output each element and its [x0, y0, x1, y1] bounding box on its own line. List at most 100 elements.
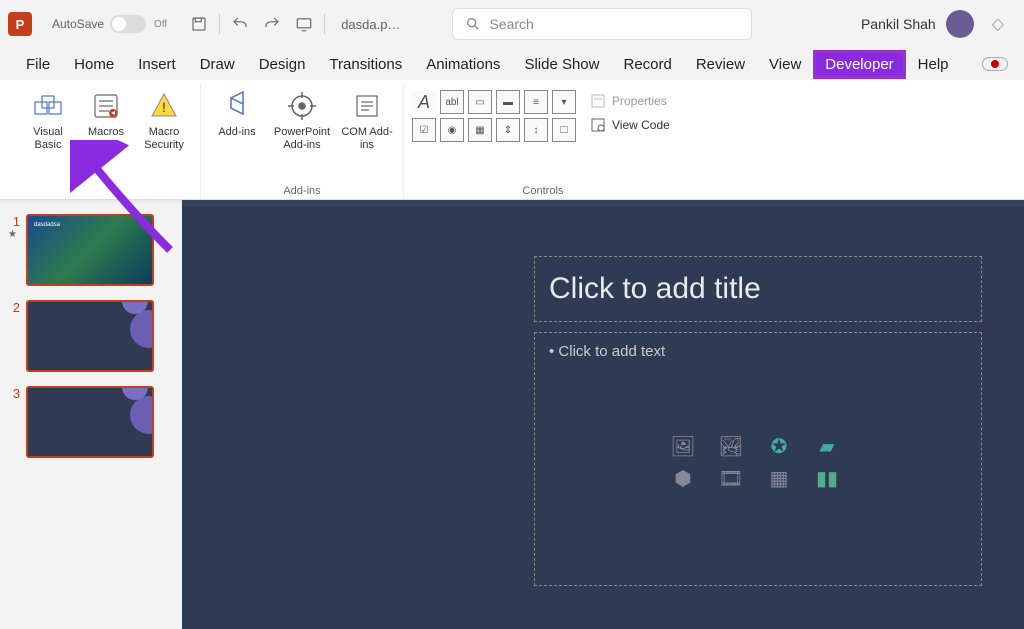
macro-security-icon: ! — [148, 90, 180, 122]
search-input[interactable]: Search — [452, 8, 752, 40]
title-placeholder-text: Click to add title — [549, 272, 761, 306]
slide-thumbnail-1[interactable]: dasdadsa — [26, 214, 154, 286]
control-listbox-icon[interactable]: ≡ — [524, 90, 548, 114]
autosave-label: AutoSave — [52, 17, 104, 31]
insert-smartart-icon[interactable]: ▰ — [812, 434, 842, 458]
tab-home[interactable]: Home — [64, 52, 124, 77]
title-bar: P AutoSave Off dasda.p… Search Pankil Sh… — [0, 0, 1024, 48]
search-placeholder: Search — [489, 16, 533, 32]
macros-icon — [90, 90, 122, 122]
tab-record[interactable]: Record — [613, 52, 681, 77]
thumbnail-row[interactable]: 1 ★ dasdadsa — [8, 214, 174, 286]
title-placeholder[interactable]: Click to add title — [534, 256, 982, 322]
control-textbox-icon[interactable]: abl — [440, 90, 464, 114]
content-placeholder-text: • Click to add text — [549, 343, 967, 360]
tab-file[interactable]: File — [16, 52, 60, 77]
macros-button[interactable]: Macros — [78, 84, 134, 185]
slide-thumbnail-3[interactable] — [26, 386, 154, 458]
tab-animations[interactable]: Animations — [416, 52, 510, 77]
powerpoint-addins-button[interactable]: PowerPoint Add-ins — [267, 84, 337, 185]
control-groupbox-icon[interactable]: ▭ — [468, 90, 492, 114]
control-option-icon[interactable]: ◉ — [440, 118, 464, 142]
group-label-addins: Add-ins — [283, 185, 320, 199]
autosave-state: Off — [154, 19, 167, 30]
control-scrollbar-icon[interactable]: ↕ — [524, 118, 548, 142]
filename-label[interactable]: dasda.p… — [341, 17, 400, 32]
insert-icons-icon[interactable]: ✪ — [764, 434, 794, 458]
control-image-icon[interactable]: 🞎 — [552, 118, 576, 142]
insert-pictures-icon[interactable]: 🏞 — [716, 434, 746, 458]
slide-thumbnail-2[interactable] — [26, 300, 154, 372]
tab-slideshow[interactable]: Slide Show — [514, 52, 609, 77]
thumb-number: 2 — [8, 300, 20, 315]
tab-design[interactable]: Design — [249, 52, 316, 77]
main-area: 1 ★ dasdadsa 2 3 — [0, 200, 1024, 629]
tab-insert[interactable]: Insert — [128, 52, 186, 77]
insert-3dmodel-icon[interactable]: ⬢ — [668, 466, 698, 490]
addins-icon — [221, 90, 253, 122]
undo-icon[interactable] — [228, 12, 252, 36]
control-checkbox-icon[interactable]: ☑ — [412, 118, 436, 142]
autosave-toggle[interactable] — [110, 15, 146, 33]
addins-label: Add-ins — [218, 126, 255, 139]
slide-canvas[interactable]: Click to add title • Click to add text 🖼… — [182, 200, 1024, 629]
view-code-icon — [590, 117, 606, 133]
com-addins-button[interactable]: COM Add-ins — [339, 84, 395, 185]
addins-button[interactable]: Add-ins — [209, 84, 265, 185]
ribbon-tabs: File Home Insert Draw Design Transitions… — [0, 48, 1024, 80]
visual-basic-icon — [32, 90, 64, 122]
macro-security-label: Macro Security — [136, 126, 192, 152]
svg-text:!: ! — [162, 99, 166, 115]
visual-basic-button[interactable]: Visual Basic — [20, 84, 76, 185]
control-spinbutton-icon[interactable]: ⇕ — [496, 118, 520, 142]
camera-record-button[interactable] — [982, 57, 1008, 71]
user-account[interactable]: Pankil Shah ◇ — [861, 10, 1016, 38]
group-label-controls: Controls — [522, 185, 563, 199]
properties-icon — [590, 93, 606, 109]
control-togglebutton-icon[interactable]: ▦ — [468, 118, 492, 142]
control-label-icon[interactable]: A — [412, 90, 436, 114]
properties-button: Properties — [586, 90, 674, 112]
powerpoint-addins-label: PowerPoint Add-ins — [267, 126, 337, 152]
avatar — [946, 10, 974, 38]
tab-view[interactable]: View — [759, 52, 811, 77]
insert-stock-images-icon[interactable]: 🖼 — [668, 434, 698, 458]
view-code-label: View Code — [612, 118, 670, 132]
content-insert-icons: 🖼 🏞 ✪ ▰ ⬢ 🎞 ▦ ▮▮ — [668, 434, 848, 490]
powerpoint-addins-icon — [286, 90, 318, 122]
tab-draw[interactable]: Draw — [190, 52, 245, 77]
control-button-icon[interactable]: ▬ — [496, 90, 520, 114]
insert-chart-icon[interactable]: ▮▮ — [812, 466, 842, 490]
present-icon[interactable] — [292, 12, 316, 36]
macro-security-button[interactable]: ! Macro Security — [136, 84, 192, 185]
save-icon[interactable] — [187, 12, 211, 36]
tab-transitions[interactable]: Transitions — [319, 52, 412, 77]
username-label: Pankil Shah — [861, 16, 936, 32]
diamond-icon[interactable]: ◇ — [992, 14, 1004, 34]
ribbon-group-controls: A abl ▭ ▬ ≡ ▾ ☑ ◉ ▦ ⇕ ↕ 🞎 Properties — [404, 84, 682, 199]
com-addins-label: COM Add-ins — [339, 126, 395, 152]
macros-label: Macros — [88, 126, 124, 139]
redo-icon[interactable] — [260, 12, 284, 36]
tab-review[interactable]: Review — [686, 52, 755, 77]
thumb-number: 1 — [8, 214, 20, 229]
ribbon-group-code: Visual Basic Macros ! Macro Security Cod… — [12, 84, 201, 199]
view-code-button[interactable]: View Code — [586, 114, 674, 136]
content-placeholder[interactable]: • Click to add text 🖼 🏞 ✪ ▰ ⬢ 🎞 ▦ ▮▮ — [534, 332, 982, 586]
animation-star-icon: ★ — [8, 229, 20, 240]
ribbon-group-addins: Add-ins PowerPoint Add-ins COM Add-ins A… — [201, 84, 404, 199]
visual-basic-label: Visual Basic — [20, 126, 76, 152]
autosave-control[interactable]: AutoSave Off — [52, 15, 167, 33]
record-dot-icon — [991, 60, 999, 68]
tab-help[interactable]: Help — [908, 52, 959, 77]
properties-label: Properties — [612, 94, 667, 108]
com-addins-icon — [351, 90, 383, 122]
insert-table-icon[interactable]: ▦ — [764, 466, 794, 490]
search-icon — [465, 16, 481, 32]
thumbnail-row[interactable]: 3 — [8, 386, 174, 458]
insert-video-icon[interactable]: 🎞 — [716, 466, 746, 490]
control-combobox-icon[interactable]: ▾ — [552, 90, 576, 114]
tab-developer[interactable]: Developer — [815, 52, 903, 77]
ribbon: Visual Basic Macros ! Macro Security Cod… — [0, 80, 1024, 200]
thumbnail-row[interactable]: 2 — [8, 300, 174, 372]
